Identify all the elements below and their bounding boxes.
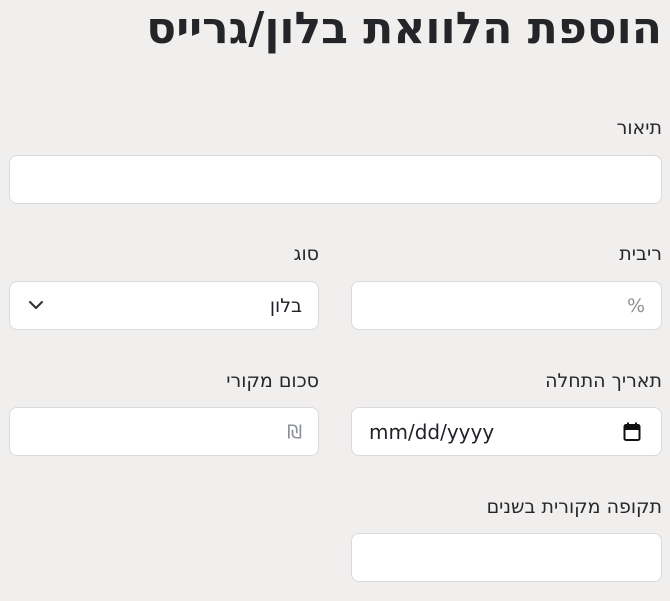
original-amount-field[interactable] xyxy=(9,407,319,456)
original-period-label: תקופה מקורית בשנים xyxy=(486,496,662,518)
description-field[interactable] xyxy=(9,155,662,204)
description-input[interactable] xyxy=(10,156,661,203)
original-amount-input[interactable] xyxy=(10,408,318,455)
interest-label: ריבית xyxy=(619,243,662,265)
original-period-input[interactable] xyxy=(352,534,661,581)
description-label: תיאור xyxy=(616,117,662,139)
calendar-icon[interactable] xyxy=(623,422,641,442)
page-title: הוספת הלוואת בלון/גרייס xyxy=(146,3,662,54)
type-label: סוג xyxy=(293,243,319,265)
interest-input[interactable] xyxy=(352,282,661,329)
start-date-label: תאריך התחלה xyxy=(545,370,662,392)
start-date-field[interactable]: mm/dd/yyyy xyxy=(351,407,662,456)
original-period-field[interactable] xyxy=(351,533,662,582)
start-date-value: mm/dd/yyyy xyxy=(369,420,495,444)
chevron-down-icon xyxy=(29,301,43,309)
interest-field[interactable] xyxy=(351,281,662,330)
type-selected-value: בלון xyxy=(269,295,302,317)
original-amount-label: סכום מקורי xyxy=(226,370,319,392)
type-select[interactable]: בלון xyxy=(9,281,319,330)
